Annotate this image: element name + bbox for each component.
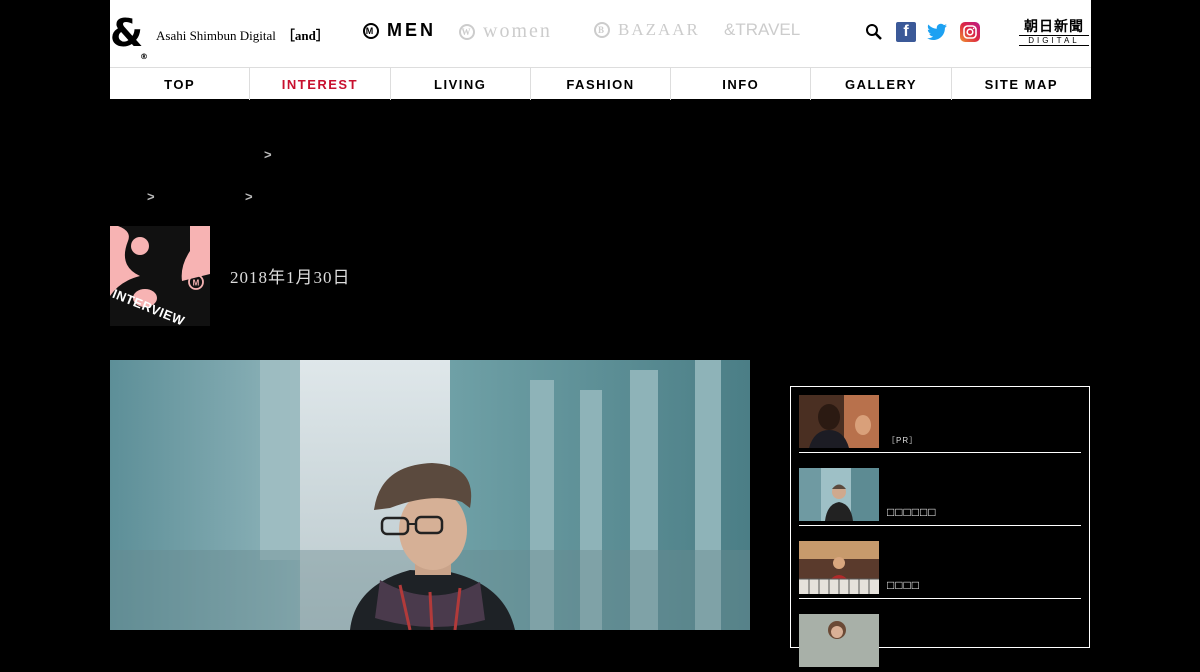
pr-tag: ［PR］ bbox=[887, 436, 919, 445]
sidebar-thumbnail bbox=[799, 541, 879, 594]
twitter-icon[interactable] bbox=[927, 22, 947, 42]
breadcrumb-chevron-icon: > bbox=[245, 189, 253, 204]
sidebar-item-caption: ［PR］ bbox=[887, 432, 918, 446]
nav-site-map[interactable]: SITE MAP bbox=[952, 68, 1091, 100]
sidebar-thumbnail bbox=[799, 614, 879, 667]
nav-top[interactable]: TOP bbox=[110, 68, 251, 100]
article-hero-photo bbox=[110, 360, 750, 630]
sidebar-item[interactable] bbox=[799, 606, 1081, 671]
nav-fashion[interactable]: FASHION bbox=[531, 68, 672, 100]
facebook-icon[interactable]: f bbox=[896, 22, 916, 42]
women-circle-icon: W bbox=[459, 23, 475, 40]
sidebar-item[interactable]: □□□□ bbox=[799, 533, 1081, 599]
sidebar-thumbnail bbox=[799, 468, 879, 521]
breadcrumb-chevron-icon: > bbox=[264, 147, 272, 162]
brand-text: Asahi Shimbun Digital ［and］ bbox=[156, 28, 329, 43]
article-date: 2018年1月30日 bbox=[230, 268, 351, 287]
site-header: & ® Asahi Shimbun Digital ［and］ M MEN W wo… bbox=[110, 0, 1091, 100]
interview-badge[interactable]: M INTERVIEW bbox=[110, 226, 210, 326]
sidebar-item-caption: □□□□□□ bbox=[887, 505, 937, 519]
site-link-women[interactable]: W women bbox=[459, 20, 552, 43]
instagram-icon[interactable] bbox=[960, 22, 980, 42]
brand-tag: ［and］ bbox=[281, 28, 329, 43]
sidebar-item[interactable]: ［PR］ bbox=[799, 387, 1081, 453]
main-nav: TOP INTEREST LIVING FASHION INFO GALLERY… bbox=[110, 67, 1091, 100]
nav-interest[interactable]: INTEREST bbox=[250, 68, 391, 100]
svg-text:M: M bbox=[193, 279, 200, 288]
sidebar-article-list: ［PR］ □□□□□□ □□□□ bbox=[790, 386, 1090, 667]
and-logo[interactable]: & ® bbox=[110, 14, 148, 61]
nav-living[interactable]: LIVING bbox=[391, 68, 531, 100]
site-link-travel[interactable]: &TRAVEL bbox=[724, 20, 800, 40]
sidebar-item-caption: □□□□ bbox=[887, 578, 920, 592]
site-link-men[interactable]: M MEN bbox=[363, 20, 436, 41]
breadcrumb-chevron-icon: > bbox=[147, 189, 155, 204]
nav-gallery[interactable]: GALLERY bbox=[811, 68, 952, 100]
bazaar-circle-icon: B bbox=[594, 22, 610, 38]
nav-info[interactable]: INFO bbox=[671, 68, 812, 100]
sidebar-thumbnail bbox=[799, 395, 879, 448]
asahi-digital-logo[interactable]: 朝日新聞 DIGITAL bbox=[1019, 18, 1089, 46]
search-icon[interactable] bbox=[864, 22, 884, 42]
site-link-bazaar[interactable]: B BAZAAR bbox=[594, 20, 700, 40]
men-circle-icon: M bbox=[363, 22, 379, 39]
sidebar-item[interactable]: □□□□□□ bbox=[799, 460, 1081, 526]
